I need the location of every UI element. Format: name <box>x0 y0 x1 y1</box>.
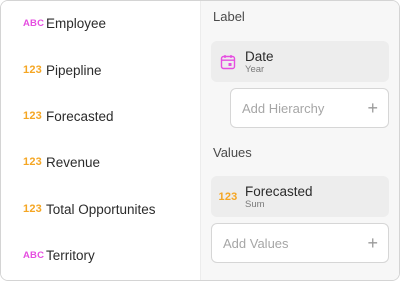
label-item-subtitle: Year <box>245 63 265 75</box>
text-type-icon: ABC <box>23 17 45 29</box>
field-pipepline[interactable]: 123 Pipepline <box>23 58 193 82</box>
config-panel: Label Date Year Add Hierarchy + Values 1… <box>201 1 399 280</box>
number-type-icon: 123 <box>23 203 42 215</box>
plus-icon: + <box>367 98 378 118</box>
field-label: Forecasted <box>46 108 114 124</box>
field-forecasted[interactable]: 123 Forecasted <box>23 104 193 128</box>
number-type-icon: 123 <box>23 156 42 168</box>
add-hierarchy-button[interactable]: Add Hierarchy + <box>230 88 389 128</box>
text-type-icon: ABC <box>23 249 45 261</box>
field-total-opportunites[interactable]: 123 Total Opportunites <box>23 197 193 221</box>
values-item-forecasted[interactable]: 123 Forecasted Sum <box>211 176 389 217</box>
add-values-button[interactable]: Add Values + <box>211 223 389 263</box>
field-list: ABC Employee 123 Pipepline 123 Forecaste… <box>1 1 201 280</box>
number-type-icon: 123 <box>23 64 42 76</box>
field-label: Territory <box>46 247 95 263</box>
plus-icon: + <box>367 233 378 253</box>
field-territory[interactable]: ABC Territory <box>23 243 193 267</box>
values-item-title: Forecasted <box>245 183 313 199</box>
field-employee[interactable]: ABC Employee <box>23 11 193 35</box>
pivot-editor: ABC Employee 123 Pipepline 123 Forecaste… <box>0 0 400 281</box>
add-values-label: Add Values <box>223 235 289 251</box>
values-item-subtitle: Sum <box>245 198 265 210</box>
field-label: Total Opportunites <box>46 201 156 217</box>
values-section-title: Values <box>213 145 252 160</box>
number-type-icon: 123 <box>23 110 42 122</box>
field-revenue[interactable]: 123 Revenue <box>23 150 193 174</box>
label-section-title: Label <box>213 9 245 24</box>
number-type-icon: 123 <box>218 190 238 203</box>
field-label: Pipepline <box>46 62 102 78</box>
add-hierarchy-label: Add Hierarchy <box>242 100 325 116</box>
field-label: Employee <box>46 15 107 31</box>
label-item-date[interactable]: Date Year <box>211 41 389 82</box>
label-item-title: Date <box>245 48 274 64</box>
calendar-icon <box>211 54 245 70</box>
field-label: Revenue <box>46 154 101 170</box>
